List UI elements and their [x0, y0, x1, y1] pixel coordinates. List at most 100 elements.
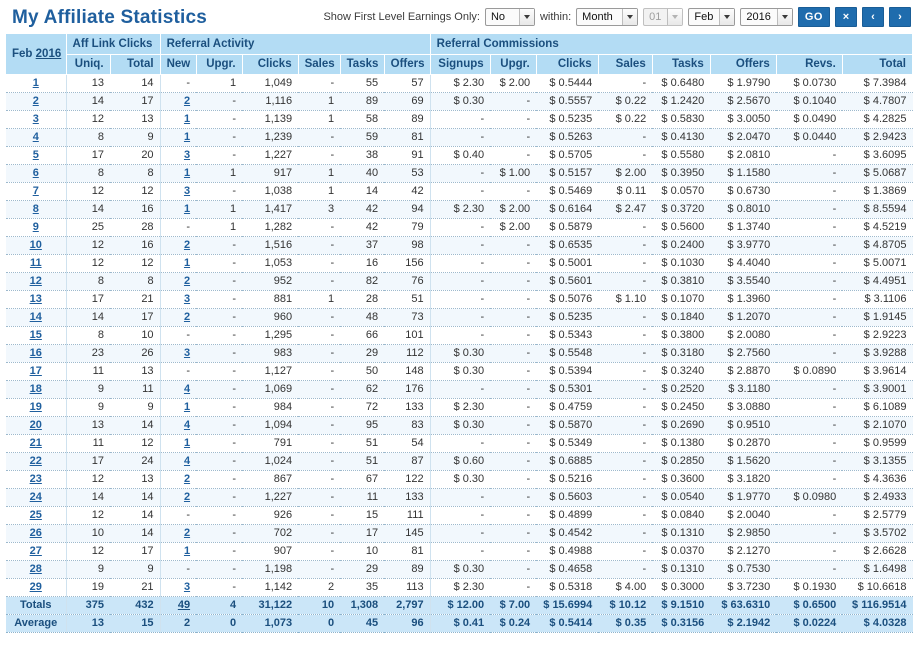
- day-label[interactable]: 22: [30, 455, 42, 467]
- new-referrals-link[interactable]: 1: [184, 113, 190, 125]
- cell-new[interactable]: 2: [159, 308, 197, 327]
- day-link-26[interactable]: 26: [6, 524, 67, 543]
- day-link-25[interactable]: 25: [6, 506, 67, 525]
- day-label[interactable]: 27: [30, 545, 42, 557]
- col-header-com-tasks[interactable]: Tasks: [652, 53, 711, 75]
- first-level-select[interactable]: No: [484, 8, 535, 26]
- day-label[interactable]: 6: [33, 167, 39, 179]
- day-label[interactable]: 10: [30, 239, 42, 251]
- previous-period-button[interactable]: ‹: [862, 7, 884, 27]
- day-label[interactable]: 23: [30, 473, 42, 485]
- cell-new[interactable]: 4: [159, 416, 197, 435]
- day-label[interactable]: 18: [30, 383, 42, 395]
- cell-new[interactable]: 1: [159, 398, 197, 417]
- day-link-2[interactable]: 2: [6, 92, 67, 111]
- cell-new[interactable]: 2: [159, 524, 197, 543]
- day-label[interactable]: 9: [33, 221, 39, 233]
- day-link-23[interactable]: 23: [6, 470, 67, 489]
- day-label[interactable]: 25: [30, 509, 42, 521]
- cell-new[interactable]: 1: [159, 128, 197, 147]
- day-label[interactable]: 26: [30, 527, 42, 539]
- col-header-com-offers[interactable]: Offers: [710, 53, 777, 75]
- new-referrals-link[interactable]: 1: [184, 203, 190, 215]
- new-referrals-link[interactable]: 1: [184, 401, 190, 413]
- day-link-12[interactable]: 12: [6, 272, 67, 291]
- cell-new[interactable]: 2: [159, 92, 197, 111]
- col-header-com-revs[interactable]: Revs.: [776, 53, 843, 75]
- period-year-link[interactable]: 2016: [36, 48, 62, 60]
- day-link-11[interactable]: 11: [6, 254, 67, 273]
- new-referrals-link[interactable]: 3: [184, 149, 190, 161]
- new-referrals-link[interactable]: 2: [184, 239, 190, 251]
- cell-new[interactable]: 4: [159, 452, 197, 471]
- day-label[interactable]: 11: [30, 257, 42, 269]
- cell-new[interactable]: 1: [159, 110, 197, 129]
- day-link-21[interactable]: 21: [6, 434, 67, 453]
- next-period-button[interactable]: ›: [889, 7, 911, 27]
- new-referrals-link[interactable]: 1: [184, 167, 190, 179]
- day-label[interactable]: 12: [30, 275, 42, 287]
- cell-new[interactable]: 1: [159, 542, 197, 561]
- cell-new[interactable]: 2: [159, 272, 197, 291]
- new-referrals-link[interactable]: 2: [184, 311, 190, 323]
- day-label[interactable]: 20: [30, 419, 42, 431]
- cell-new[interactable]: 2: [159, 236, 197, 255]
- day-link-22[interactable]: 22: [6, 452, 67, 471]
- month-select[interactable]: Feb: [688, 8, 736, 26]
- col-header-act-tasks[interactable]: Tasks: [340, 53, 385, 75]
- day-label[interactable]: 16: [30, 347, 42, 359]
- day-label[interactable]: 24: [30, 491, 42, 503]
- day-link-1[interactable]: 1: [6, 74, 67, 93]
- new-referrals-link[interactable]: 4: [184, 419, 190, 431]
- day-link-18[interactable]: 18: [6, 380, 67, 399]
- day-link-28[interactable]: 28: [6, 560, 67, 579]
- col-header-act-sales[interactable]: Sales: [298, 53, 341, 75]
- go-button[interactable]: GO: [797, 7, 830, 27]
- day-label[interactable]: 15: [30, 329, 42, 341]
- day-link-20[interactable]: 20: [6, 416, 67, 435]
- col-header-act-new[interactable]: New: [159, 53, 197, 75]
- day-label[interactable]: 2: [33, 95, 39, 107]
- day-link-10[interactable]: 10: [6, 236, 67, 255]
- cell-new[interactable]: 3: [159, 290, 197, 309]
- col-header-act-offers[interactable]: Offers: [384, 53, 431, 75]
- cell-new[interactable]: 1: [159, 434, 197, 453]
- day-label[interactable]: 29: [30, 581, 42, 593]
- col-header-act-clicks[interactable]: Clicks: [242, 53, 299, 75]
- col-header-act-upgr[interactable]: Upgr.: [196, 53, 243, 75]
- cell-new[interactable]: 3: [159, 344, 197, 363]
- day-link-17[interactable]: 17: [6, 362, 67, 381]
- day-link-5[interactable]: 5: [6, 146, 67, 165]
- day-label[interactable]: 28: [30, 563, 42, 575]
- day-link-29[interactable]: 29: [6, 578, 67, 597]
- new-referrals-link[interactable]: 2: [184, 527, 190, 539]
- new-referrals-link[interactable]: 1: [184, 437, 190, 449]
- new-referrals-link[interactable]: 2: [184, 95, 190, 107]
- day-link-27[interactable]: 27: [6, 542, 67, 561]
- day-label[interactable]: 7: [33, 185, 39, 197]
- day-label[interactable]: 21: [30, 437, 42, 449]
- new-referrals-link[interactable]: 49: [178, 599, 190, 611]
- cell-new[interactable]: 1: [159, 254, 197, 273]
- year-select[interactable]: 2016: [740, 8, 793, 26]
- day-link-19[interactable]: 19: [6, 398, 67, 417]
- cell-new[interactable]: 2: [159, 488, 197, 507]
- day-label[interactable]: 17: [30, 365, 42, 377]
- cell-new[interactable]: 1: [159, 164, 197, 183]
- clear-button[interactable]: ×: [835, 7, 857, 27]
- col-header-com-total[interactable]: Total: [842, 53, 914, 75]
- day-label[interactable]: 13: [30, 293, 42, 305]
- cell-new[interactable]: 3: [159, 578, 197, 597]
- cell-new[interactable]: 2: [159, 470, 197, 489]
- col-header-com-signups[interactable]: Signups: [429, 53, 491, 75]
- day-link-9[interactable]: 9: [6, 218, 67, 237]
- new-referrals-link[interactable]: 1: [184, 545, 190, 557]
- new-referrals-link[interactable]: 4: [184, 383, 190, 395]
- day-link-4[interactable]: 4: [6, 128, 67, 147]
- within-select[interactable]: Month: [576, 8, 639, 26]
- col-header-aff-total[interactable]: Total: [110, 53, 161, 75]
- day-link-7[interactable]: 7: [6, 182, 67, 201]
- cell-new[interactable]: 49: [159, 596, 197, 615]
- day-link-16[interactable]: 16: [6, 344, 67, 363]
- day-link-3[interactable]: 3: [6, 110, 67, 129]
